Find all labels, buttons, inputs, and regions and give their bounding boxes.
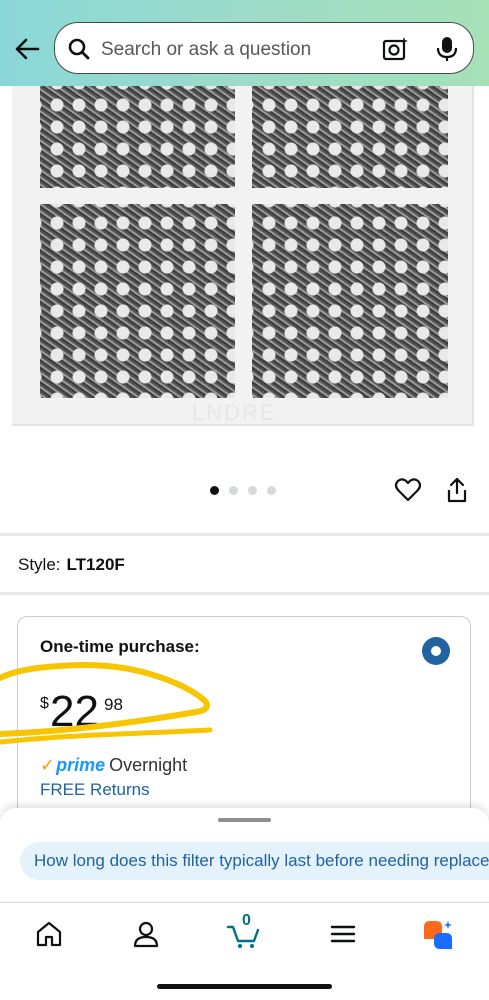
filter-pane <box>252 86 448 188</box>
free-returns-link[interactable]: FREE Returns <box>40 780 150 800</box>
account-icon[interactable] <box>131 919 161 949</box>
share-icon[interactable] <box>445 476 469 504</box>
suggested-question-chip[interactable]: How long does this filter typically last… <box>20 842 489 880</box>
filter-pane <box>40 204 235 398</box>
rufus-icon[interactable] <box>422 919 454 951</box>
camera-icon[interactable] <box>381 35 409 63</box>
annotation-highlight <box>0 662 213 745</box>
rufus-sheet[interactable]: How long does this filter typically last… <box>0 808 489 902</box>
delivery-speed: Overnight <box>109 755 188 775</box>
search-bar[interactable]: Search or ask a question <box>54 22 474 74</box>
search-icon <box>68 38 90 60</box>
home-indicator[interactable] <box>157 984 332 989</box>
gallery-dot[interactable] <box>248 486 257 495</box>
top-header: Search or ask a question <box>0 0 489 86</box>
image-watermark: LNDRE <box>192 400 277 425</box>
divider <box>0 533 489 536</box>
cart-count-badge: 0 <box>242 912 251 929</box>
purchase-title: One-time purchase: <box>40 637 200 656</box>
gallery-dot[interactable] <box>229 486 238 495</box>
filter-pane <box>252 204 448 398</box>
search-placeholder[interactable]: Search or ask a question <box>101 39 311 61</box>
divider <box>0 592 489 595</box>
gallery-dots <box>210 486 276 495</box>
filter-pane <box>40 86 235 188</box>
selected-radio[interactable] <box>422 637 450 665</box>
heart-icon[interactable] <box>394 476 422 504</box>
product-image[interactable]: LNDRE <box>12 86 474 426</box>
gallery-dot[interactable] <box>267 486 276 495</box>
prime-logo: prime <box>56 755 106 775</box>
gallery-dot[interactable] <box>210 486 219 495</box>
style-label: Style: <box>18 555 61 574</box>
style-selector[interactable]: Style: LT120F <box>18 555 125 575</box>
back-arrow-icon[interactable] <box>12 34 42 64</box>
microphone-icon[interactable] <box>435 35 459 63</box>
home-icon[interactable] <box>34 919 64 949</box>
menu-icon[interactable] <box>328 919 358 949</box>
prime-check-icon: ✓ <box>40 755 56 775</box>
style-value: LT120F <box>66 555 125 574</box>
prime-badge: ✓ prime Overnight <box>40 755 187 776</box>
sheet-handle[interactable] <box>218 818 271 822</box>
